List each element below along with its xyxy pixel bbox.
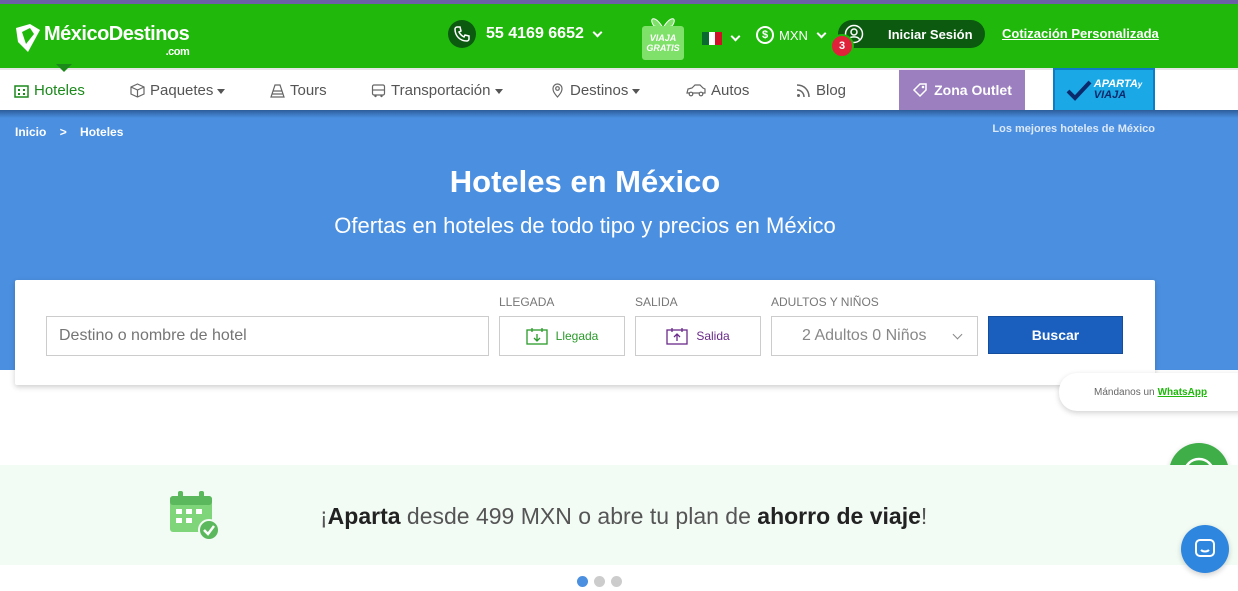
phone-number: 55 4169 6652: [486, 25, 584, 42]
package-icon: [130, 82, 145, 98]
chat-button[interactable]: [1181, 525, 1229, 573]
outlet-label: Zona Outlet: [934, 82, 1012, 98]
checkout-date-field[interactable]: Salida: [635, 316, 761, 356]
nav-item-hoteles[interactable]: Hoteles: [14, 70, 85, 110]
nav-label: Autos: [711, 81, 750, 99]
nav-item-tours[interactable]: Tours: [270, 70, 327, 110]
guests-label: ADULTOS Y NIÑOS: [771, 295, 879, 309]
carousel-dot[interactable]: [577, 576, 588, 587]
logo-suffix: .com: [165, 46, 190, 58]
carousel-dot[interactable]: [594, 576, 605, 587]
promo-text-part: desde 499 MXN o abre tu plan de: [400, 503, 758, 529]
nav-item-paquetes[interactable]: Paquetes: [130, 70, 226, 110]
aparta-y-viaja-logo[interactable]: APARTAy VIAJA: [1053, 68, 1155, 112]
promo-text-bold: ahorro de viaje: [757, 503, 921, 529]
nav-label: Blog: [816, 81, 847, 99]
nav-item-blog[interactable]: Blog: [796, 70, 846, 110]
nav-label: Paquetes: [150, 81, 214, 99]
pyramid-icon: [270, 83, 285, 98]
carousel-dot[interactable]: [611, 576, 622, 587]
logo-icon: [16, 24, 40, 52]
nav-item-destinos[interactable]: Destinos: [550, 70, 641, 110]
aparta-y-text: y: [1137, 80, 1143, 89]
language-selector[interactable]: [702, 31, 741, 45]
checkin-value: Llegada: [555, 329, 599, 343]
checkout-value: Salida: [696, 329, 730, 343]
zona-outlet-button[interactable]: Zona Outlet: [899, 70, 1025, 110]
login-button[interactable]: Iniciar Sesión: [838, 20, 985, 48]
breadcrumb-separator: >: [59, 125, 67, 139]
checkin-label: LLEGADA: [499, 295, 555, 309]
guests-value: 2 Adultos 0 Niños: [802, 327, 927, 344]
search-button[interactable]: Buscar: [988, 316, 1123, 354]
chevron-down-icon: [816, 28, 827, 38]
bus-icon: [371, 83, 386, 97]
checkout-calendar-icon: [666, 328, 688, 345]
chevron-down-icon: [592, 27, 603, 37]
nav-item-transportacion[interactable]: Transportación: [371, 70, 503, 110]
page-title: Hoteles en México: [449, 164, 721, 199]
promo-text-part: !: [920, 503, 928, 529]
currency-selector[interactable]: $ MXN: [756, 26, 827, 44]
gift-text-line1: VIAJA: [649, 33, 677, 43]
main-nav: Hoteles Paquetes Tours Transportación De…: [0, 68, 1238, 112]
caret-down-icon: [632, 88, 641, 94]
hotel-search-form: LLEGADA Llegada SALIDA Salida ADULTOS Y …: [15, 280, 1155, 385]
caret-down-icon: [494, 88, 503, 94]
destination-input[interactable]: [46, 316, 489, 356]
chevron-down-icon: [730, 31, 741, 42]
currency-code: MXN: [779, 27, 808, 43]
checkmark-icon: [1066, 80, 1092, 101]
quote-link[interactable]: Cotización Personalizada: [1002, 26, 1159, 41]
checkin-calendar-icon: [525, 328, 548, 345]
carousel-dots: [577, 576, 628, 587]
phone-icon: [448, 20, 476, 48]
breadcrumb-home[interactable]: Inicio: [15, 125, 46, 139]
logo-text: MéxicoDestinos .com: [44, 24, 190, 58]
promo-text: ¡Aparta desde 499 MXN o abre tu plan de …: [320, 503, 927, 530]
chat-icon: [1195, 539, 1215, 557]
nav-label: Tours: [290, 81, 327, 99]
header-bar: MéxicoDestinos .com 55 4169 6652 VIAJA G…: [0, 4, 1238, 68]
nav-label: Destinos: [570, 81, 629, 99]
checkout-label: SALIDA: [635, 295, 678, 309]
viaja-gratis-badge[interactable]: VIAJA GRATIS: [640, 12, 686, 60]
notification-badge[interactable]: 3: [830, 34, 854, 58]
tag-icon: [913, 83, 927, 98]
whatsapp-link[interactable]: WhatsApp: [1158, 387, 1207, 398]
login-label: Iniciar Sesión: [888, 26, 973, 42]
chevron-down-icon: [952, 329, 963, 340]
hotel-icon: [14, 84, 29, 98]
hero-shadow: [0, 110, 1238, 118]
site-logo[interactable]: MéxicoDestinos .com: [14, 22, 190, 58]
breadcrumb: Inicio > Hoteles: [15, 125, 133, 139]
whatsapp-prompt[interactable]: Mándanos un WhatsApp: [1059, 373, 1238, 411]
promo-text-bold: Aparta: [327, 503, 401, 529]
page-subtitle: Ofertas en hoteles de todo tipo y precio…: [334, 213, 836, 238]
nav-item-autos[interactable]: Autos: [686, 70, 749, 110]
mexico-flag-icon: [702, 32, 723, 45]
hero-tagline: Los mejores hoteles de México: [992, 123, 1155, 135]
car-icon: [686, 83, 706, 96]
calendar-check-icon: [170, 491, 220, 541]
caret-down-icon: [217, 88, 226, 94]
nav-label: Hoteles: [34, 81, 85, 99]
guests-selector[interactable]: 2 Adultos 0 Niños: [771, 316, 978, 356]
gift-box: VIAJA GRATIS: [642, 26, 684, 60]
nav-label: Transportación: [391, 81, 491, 99]
checkin-date-field[interactable]: Llegada: [499, 316, 625, 356]
whatsapp-prompt-text: Mándanos un: [1094, 386, 1155, 398]
location-icon: [552, 82, 563, 98]
rss-icon: [796, 83, 810, 97]
gift-text-line2: GRATIS: [646, 43, 680, 53]
phone-selector[interactable]: 55 4169 6652: [448, 20, 603, 48]
viaja-text: VIAJA: [1093, 89, 1127, 101]
promo-text-part: ¡: [320, 503, 328, 529]
dollar-icon: $: [756, 26, 774, 44]
breadcrumb-current: Hoteles: [80, 125, 124, 139]
nav-active-indicator: [56, 64, 72, 72]
